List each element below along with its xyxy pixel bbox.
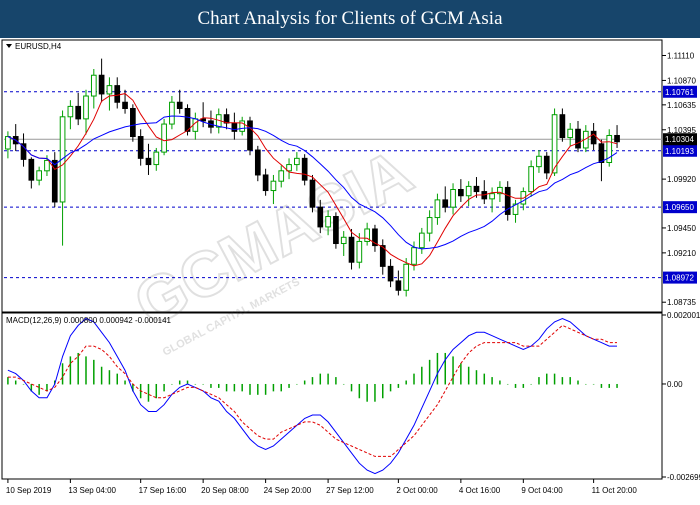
chart-header: Chart Analysis for Clients of GCM Asia <box>0 0 700 38</box>
price-tick-label: 1.10635 <box>667 101 696 110</box>
level-label: 1.10761 <box>665 88 694 97</box>
page-title: Chart Analysis for Clients of GCM Asia <box>197 8 503 29</box>
price-tick-label: 1.10870 <box>667 76 696 85</box>
candle-body <box>333 216 339 245</box>
candle-body <box>426 217 433 234</box>
time-tick-label: 20 Sep 08:00 <box>201 486 249 495</box>
candle-body <box>5 136 11 150</box>
candle-body <box>176 101 183 109</box>
candle-body <box>130 107 136 138</box>
candle-body <box>83 95 89 120</box>
candle-body <box>465 185 472 197</box>
price-tick-label: 1.09450 <box>667 224 696 233</box>
macd-tick-label: 0.00 <box>667 380 683 389</box>
candle-body <box>418 232 425 249</box>
candle-body <box>403 263 410 291</box>
time-tick-label: 27 Sep 12:00 <box>326 486 374 495</box>
candle-body <box>161 123 167 153</box>
candle-body <box>254 149 261 176</box>
macd-pane[interactable] <box>1 312 663 480</box>
candle-body <box>575 128 581 149</box>
candle-body <box>44 159 50 172</box>
macd-tick-label: -0.002699 <box>667 473 700 482</box>
candle-body <box>278 170 285 182</box>
candle-body <box>153 151 160 166</box>
candle-body <box>395 280 402 291</box>
candle-body <box>473 185 480 193</box>
level-label: 1.08972 <box>665 274 694 283</box>
candle-body <box>90 74 97 97</box>
candle-body <box>169 101 175 125</box>
candle-body <box>567 128 574 139</box>
candle-body <box>387 265 394 282</box>
candle-body <box>247 120 253 151</box>
candle-body <box>598 143 605 163</box>
candle-body <box>98 74 105 95</box>
candle-body <box>528 166 534 193</box>
candle-body <box>442 199 449 208</box>
candle-body <box>301 157 308 181</box>
macd-label: MACD(12,26,9) 0.000800 0.000942 -0.00014… <box>6 316 172 325</box>
candle-body <box>489 193 495 200</box>
candle-body <box>348 236 355 263</box>
price-tick-label: 1.11110 <box>667 52 695 61</box>
candle-body <box>270 180 277 192</box>
candle-body <box>309 179 316 208</box>
candle-body <box>184 107 191 132</box>
macd-tick-label: 0.002001 <box>667 311 700 320</box>
level-label: 1.10193 <box>665 147 694 156</box>
candle-body <box>28 158 35 181</box>
time-tick-label: 13 Sep 04:00 <box>68 486 116 495</box>
candle-body <box>411 247 417 265</box>
time-tick-label: 24 Sep 20:00 <box>264 486 312 495</box>
candle-body <box>75 105 82 120</box>
candle-body <box>614 134 620 143</box>
candle-body <box>559 114 566 139</box>
candle-body <box>114 85 121 103</box>
candle-body <box>356 240 363 263</box>
time-tick-label: 4 Oct 16:00 <box>459 486 501 495</box>
current-price-label: 1.10304 <box>665 135 694 144</box>
level-label: 1.09650 <box>665 203 694 212</box>
time-tick-label: 10 Sep 2019 <box>6 486 52 495</box>
price-tick-label: 1.09210 <box>667 249 696 258</box>
symbol-label-group: EURUSD,H4 <box>6 42 62 51</box>
chart-frame: GCMASIA GLOBAL CAPITAL MARKETS 1.10761 1.1… <box>0 38 700 500</box>
price-tick-label: 1.08735 <box>667 298 696 307</box>
time-tick-label: 2 Oct 00:00 <box>396 486 438 495</box>
candle-body <box>137 136 144 159</box>
candle-body <box>325 216 331 228</box>
candle-body <box>262 174 269 192</box>
candle-body <box>36 170 42 181</box>
candle-body <box>67 105 74 118</box>
time-tick-label: 11 Oct 20:00 <box>592 486 638 495</box>
symbol-label: EURUSD,H4 <box>15 42 62 51</box>
candle-body <box>590 130 597 145</box>
candle-body <box>145 157 152 166</box>
price-tick-label: 1.10395 <box>667 126 696 135</box>
candle-body <box>317 206 324 228</box>
candle-body <box>458 189 464 197</box>
time-tick-label: 9 Oct 04:00 <box>521 486 563 495</box>
candle-body <box>543 155 550 174</box>
candle-body <box>294 157 300 166</box>
time-axis: 10 Sep 2019 13 Sep 04:00 17 Sep 16:00 20 Se… <box>6 479 637 495</box>
candle-body <box>340 236 347 245</box>
price-tick-label: 1.09920 <box>667 175 696 184</box>
candle-body <box>106 85 113 95</box>
time-tick-label: 17 Sep 16:00 <box>139 486 187 495</box>
candle-body <box>434 199 441 219</box>
candle-body <box>450 189 456 208</box>
candle-body <box>536 155 542 168</box>
candle-body <box>122 101 128 109</box>
candle-body <box>551 114 558 174</box>
forex-chart[interactable]: GCMASIAGLOBAL CAPITAL MARKETS 1.107611.1… <box>0 38 700 500</box>
